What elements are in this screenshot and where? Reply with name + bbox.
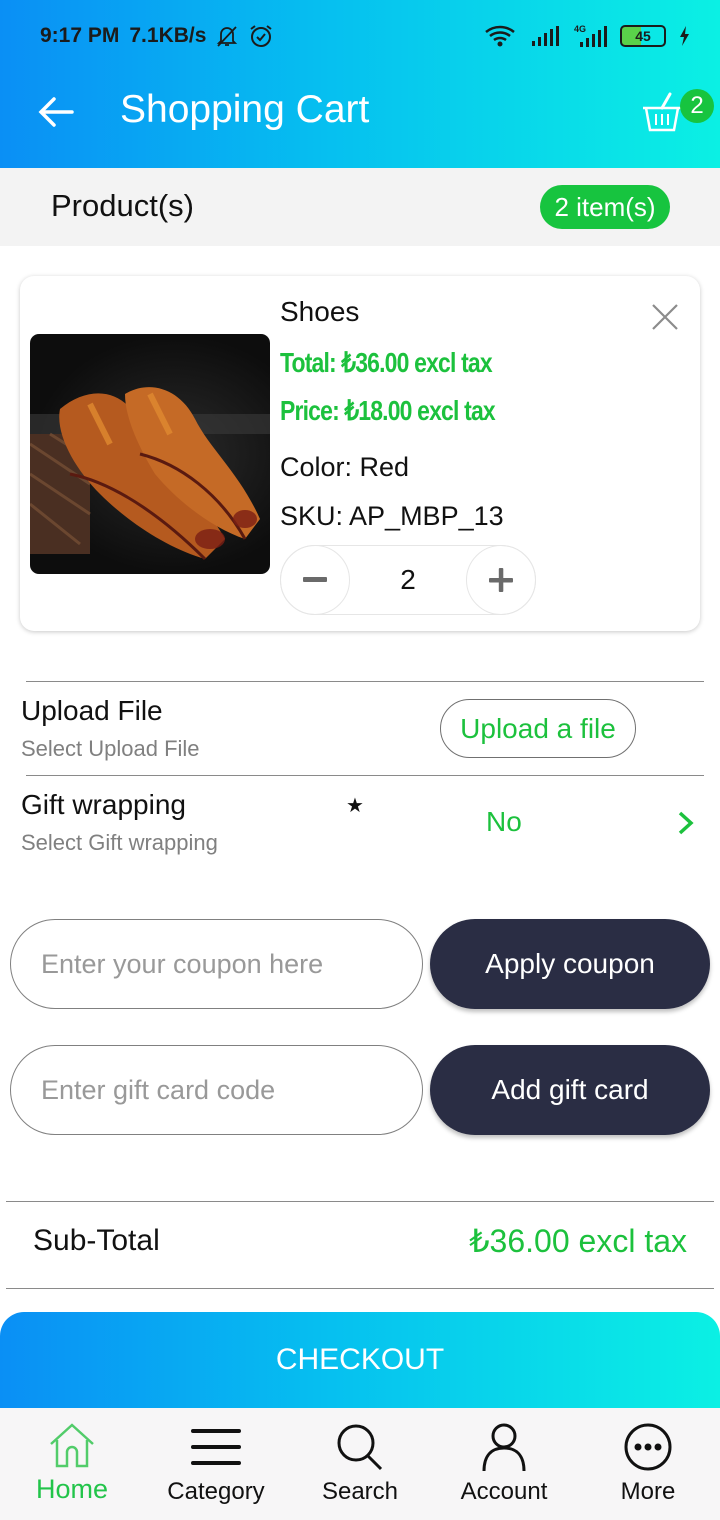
divider	[6, 1288, 714, 1289]
signal-4g-icon: 4G	[574, 24, 607, 47]
checkout-button[interactable]: CHECKOUT	[0, 1312, 720, 1412]
quantity-stepper: 2	[280, 545, 536, 615]
nav-label-search: Search	[321, 1478, 399, 1505]
add-gift-card-button[interactable]: Add gift card	[430, 1045, 710, 1135]
subtotal-label: Sub-Total	[33, 1224, 160, 1257]
increase-quantity-button[interactable]	[466, 545, 536, 615]
user-icon	[482, 1423, 526, 1472]
coupon-input[interactable]: Enter your coupon here	[10, 919, 423, 1009]
top-bar: 9:17 PM 7.1KB/s 4G 45 Shopping Cart 2	[0, 0, 720, 168]
page-title: Shopping Cart	[120, 88, 370, 131]
bottom-nav: Home Category Search Account More	[0, 1408, 720, 1520]
basket-icon[interactable]	[640, 90, 684, 134]
nav-label-home: Home	[35, 1474, 109, 1504]
wifi-icon	[485, 25, 515, 47]
divider	[6, 1201, 714, 1202]
nav-item-more[interactable]: More	[576, 1408, 720, 1520]
product-image[interactable]	[30, 334, 270, 574]
plus-icon	[489, 568, 513, 592]
gift-wrapping-title: Gift wrapping	[21, 789, 186, 820]
upload-file-title: Upload File	[21, 695, 163, 726]
divider	[26, 681, 704, 682]
gift-card-input[interactable]: Enter gift card code	[10, 1045, 423, 1135]
gift-wrapping-subtitle: Select Gift wrapping	[21, 830, 218, 855]
item-price: Price: ₺18.00 excl tax	[280, 395, 496, 426]
nav-item-category[interactable]: Category	[144, 1408, 288, 1520]
divider	[26, 775, 704, 776]
close-icon[interactable]	[650, 302, 680, 332]
nav-label-category: Category	[167, 1478, 265, 1505]
nav-item-account[interactable]: Account	[432, 1408, 576, 1520]
app-bar: Shopping Cart 2	[0, 84, 720, 144]
charging-icon	[680, 26, 689, 46]
arrow-left-icon[interactable]	[36, 92, 76, 132]
nav-label-account: Account	[460, 1478, 548, 1505]
upload-file-subtitle: Select Upload File	[21, 736, 200, 761]
status-time: 9:17 PM	[40, 24, 120, 47]
subtotal-value: ₺36.00 excl tax	[469, 1223, 687, 1259]
nav-label-more: More	[620, 1478, 676, 1505]
item-color: Color: Red	[280, 452, 410, 482]
status-bar: 9:17 PM 7.1KB/s 4G 45	[40, 20, 690, 52]
nav-item-search[interactable]: Search	[288, 1408, 432, 1520]
products-header: Product(s) 2 item(s)	[0, 168, 720, 246]
cart-count-badge: 2	[680, 89, 714, 123]
required-star-icon: ★	[346, 795, 364, 817]
more-icon	[624, 1423, 672, 1471]
menu-icon	[191, 1429, 241, 1465]
chevron-right-icon[interactable]	[676, 810, 696, 836]
item-sku: SKU: AP_MBP_13	[280, 501, 504, 531]
home-icon	[50, 1423, 94, 1468]
status-net-speed: 7.1KB/s	[129, 24, 207, 47]
alarm-icon	[250, 25, 273, 47]
shoes-image	[30, 387, 270, 561]
battery-icon: 45	[620, 25, 666, 47]
gift-wrapping-value[interactable]: No	[486, 806, 522, 838]
battery-level: 45	[635, 28, 651, 44]
cart-item-card: Shoes Total: ₺36.00 excl tax Price: ₺18.…	[20, 276, 700, 631]
product-name[interactable]: Shoes	[280, 296, 359, 328]
item-total: Total: ₺36.00 excl tax	[280, 347, 493, 378]
svg-text:4G: 4G	[574, 24, 586, 34]
signal-icon	[532, 26, 559, 46]
products-label: Product(s)	[51, 188, 194, 223]
nav-item-home[interactable]: Home	[0, 1408, 144, 1520]
items-count-badge: 2 item(s)	[540, 185, 670, 229]
search-icon	[337, 1424, 383, 1471]
apply-coupon-button[interactable]: Apply coupon	[430, 919, 710, 1009]
bell-off-icon	[217, 26, 238, 47]
upload-file-button[interactable]: Upload a file	[440, 699, 636, 758]
